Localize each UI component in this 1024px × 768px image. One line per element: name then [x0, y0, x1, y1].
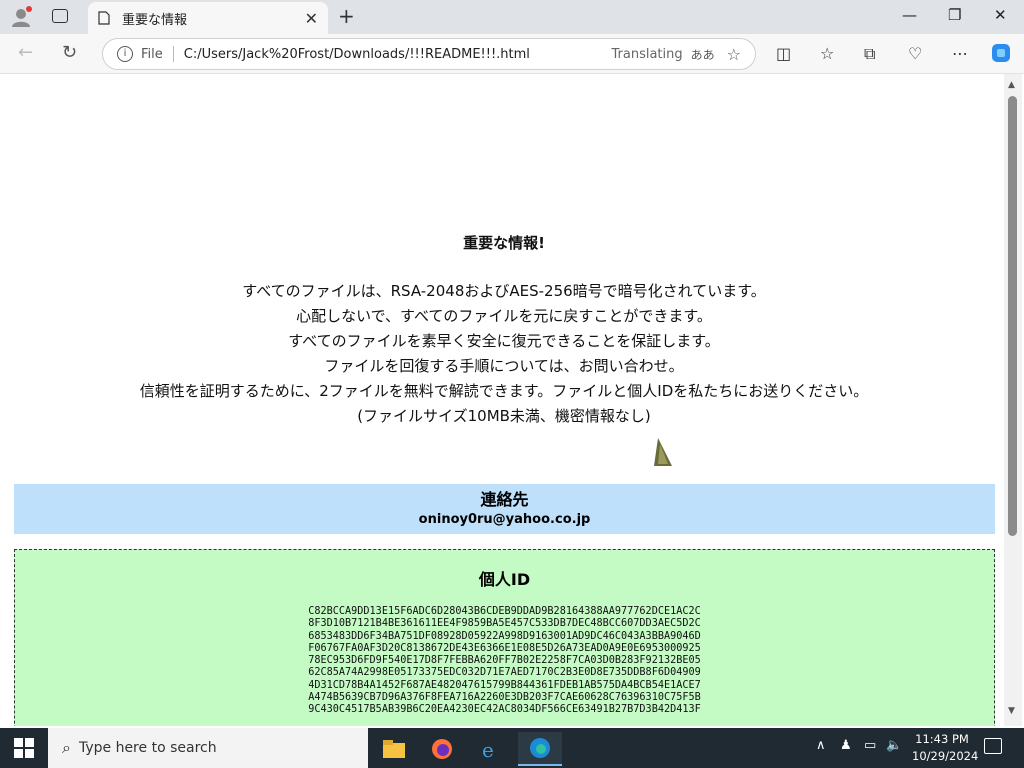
more-menu-icon[interactable]: ⋯ — [952, 44, 968, 63]
taskbar: ⌕ Type here to search e ∧ ♟ ▭ 🔈 11:43 PM… — [0, 728, 1024, 768]
note-line: (ファイルサイズ10MB未満、機密情報なし) — [357, 407, 651, 425]
note-line: 心配しないで、すべてのファイルを元に戻すことができます。 — [296, 307, 712, 325]
notifications-icon[interactable] — [984, 738, 1002, 754]
address-bar[interactable]: i File C:/Users/Jack%20Frost/Downloads/!… — [102, 38, 756, 70]
windows-start-icon[interactable] — [14, 738, 34, 758]
taskbar-search-box[interactable]: ⌕ Type here to search — [48, 728, 368, 768]
note-line: すべてのファイルを素早く安全に復元できることを保証します。 — [288, 332, 720, 350]
contact-email: oninoy0ru@yahoo.co.jp — [418, 512, 591, 527]
page-icon — [98, 11, 110, 25]
split-screen-icon[interactable]: ◫ — [776, 44, 791, 63]
profile-avatar-icon[interactable] — [10, 6, 32, 28]
file-explorer-icon[interactable] — [372, 732, 416, 766]
new-tab-icon[interactable]: + — [338, 4, 355, 28]
browser-toolbar: ← ↻ i File C:/Users/Jack%20Frost/Downloa… — [0, 34, 1024, 74]
close-tab-icon[interactable]: ✕ — [305, 9, 318, 28]
clock-date: 10/29/2024 — [912, 749, 979, 763]
browser-essentials-icon[interactable]: ♡ — [908, 44, 922, 63]
internet-explorer-icon[interactable]: e — [468, 732, 512, 766]
mascot-image — [654, 438, 672, 466]
file-label: File — [141, 46, 163, 62]
user-status-icon[interactable]: ♟ — [840, 738, 852, 753]
svg-text:e: e — [482, 738, 494, 760]
favorite-star-icon[interactable]: ☆ — [727, 45, 741, 64]
translate-icon[interactable]: ああ — [691, 46, 715, 63]
personal-id-section: 個人ID C82BCCA9DD13E15F6ADC6D28043B6CDEB9D… — [14, 549, 995, 726]
copilot-icon[interactable] — [990, 42, 1012, 64]
personal-id-title: 個人ID — [478, 570, 531, 589]
page-heading: 重要な情報! — [463, 234, 545, 252]
show-hidden-icons[interactable]: ∧ — [816, 738, 826, 753]
clock-time: 11:43 PM — [915, 732, 969, 746]
tab-actions-icon[interactable] — [52, 9, 68, 23]
close-window-icon[interactable]: ✕ — [994, 6, 1007, 24]
vertical-scrollbar[interactable]: ▲ ▼ — [1004, 74, 1022, 726]
back-icon[interactable]: ← — [18, 42, 33, 63]
note-line: すべてのファイルは、RSA-2048およびAES-256暗号で暗号化されています… — [242, 282, 766, 300]
restore-icon[interactable]: ❐ — [948, 6, 961, 24]
ransom-note-text: 重要な情報! すべてのファイルは、RSA-2048およびAES-256暗号で暗号… — [4, 232, 1004, 429]
tab-title: 重要な情報 — [122, 12, 188, 28]
contact-title: 連絡先 — [480, 490, 529, 509]
contact-section: 連絡先 oninoy0ru@yahoo.co.jp — [14, 484, 995, 534]
taskbar-clock[interactable]: 11:43 PM 10/29/2024 — [912, 731, 979, 765]
edge-icon[interactable] — [518, 732, 562, 766]
scroll-up-icon[interactable]: ▲ — [1008, 80, 1015, 90]
tab-strip: 重要な情報 ✕ + — ❐ ✕ — [0, 0, 1024, 34]
page-content: 重要な情報! すべてのファイルは、RSA-2048およびAES-256暗号で暗号… — [4, 74, 1004, 726]
scrollbar-thumb[interactable] — [1008, 96, 1017, 536]
collections-icon[interactable]: ⧉ — [864, 44, 875, 64]
personal-id-text: C82BCCA9DD13E15F6ADC6D28043B6CDEB9DDAD9B… — [308, 606, 701, 716]
favorites-icon[interactable]: ☆ — [820, 44, 834, 63]
address-url[interactable]: C:/Users/Jack%20Frost/Downloads/!!!READM… — [184, 47, 612, 62]
translating-label[interactable]: Translating — [612, 47, 683, 62]
search-placeholder: Type here to search — [78, 740, 217, 756]
network-icon[interactable]: ▭ — [864, 738, 876, 753]
minimize-icon[interactable]: — — [902, 6, 917, 24]
note-line: ファイルを回復する手順については、お問い合わせ。 — [324, 357, 684, 375]
volume-icon[interactable]: 🔈 — [886, 738, 902, 753]
search-icon: ⌕ — [62, 738, 71, 757]
scroll-down-icon[interactable]: ▼ — [1008, 706, 1015, 716]
note-line: 信頼性を証明するために、2ファイルを無料で解読できます。ファイルと個人IDを私た… — [139, 382, 869, 400]
tab-active[interactable]: 重要な情報 ✕ — [88, 2, 328, 34]
info-icon[interactable]: i — [117, 46, 133, 62]
address-separator — [172, 46, 174, 62]
refresh-icon[interactable]: ↻ — [62, 42, 77, 63]
firefox-icon[interactable] — [420, 732, 464, 766]
